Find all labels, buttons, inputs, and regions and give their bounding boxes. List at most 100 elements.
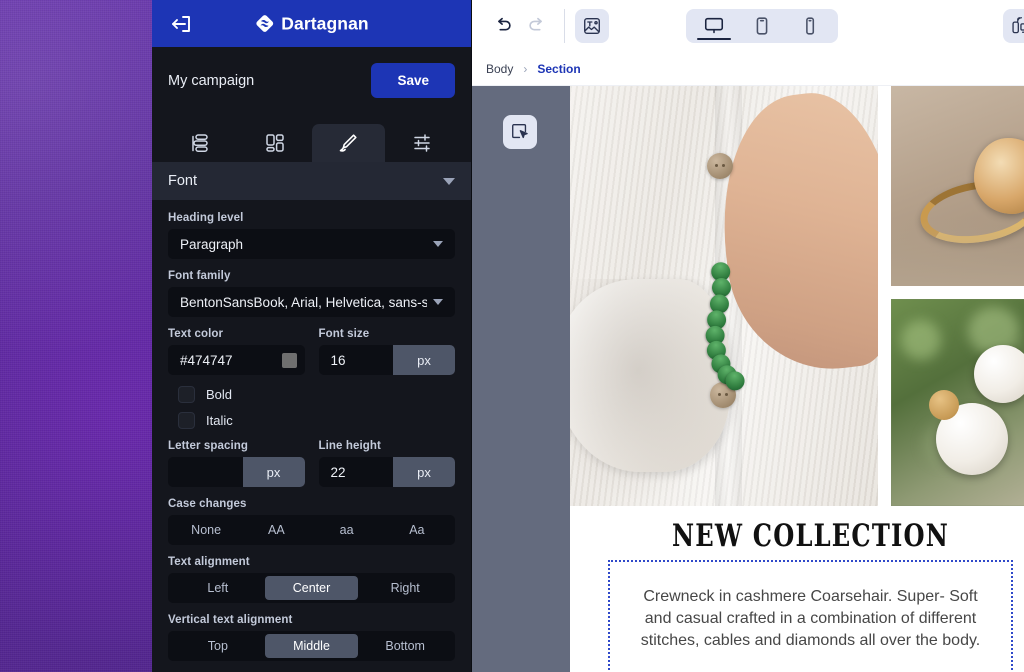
device-toggle-group: [685, 9, 838, 43]
device-tablet-button[interactable]: [738, 9, 786, 43]
letter-spacing-input-group: px: [168, 457, 305, 487]
case-option-lower[interactable]: aa: [312, 518, 382, 542]
breadcrumb: Body › Section: [472, 52, 1024, 86]
align-option-center[interactable]: Center: [264, 576, 359, 600]
bold-checkbox[interactable]: [178, 386, 195, 403]
panel-tab-bar: [152, 114, 471, 162]
row-color-size: Text color #474747 Font size 16 px: [168, 328, 455, 375]
hero-image-row: [570, 86, 1024, 506]
font-family-label: Font family: [168, 270, 231, 282]
responsive-preview-icon[interactable]: [1003, 9, 1024, 43]
vertical-alignment-label: Vertical text alignment: [168, 614, 293, 626]
letter-spacing-unit[interactable]: px: [242, 457, 305, 487]
bold-label: Bold: [206, 387, 233, 402]
text-color-input[interactable]: #474747: [168, 345, 305, 375]
font-size-input[interactable]: 16: [319, 345, 394, 375]
editor-toolbar: [472, 0, 1024, 52]
model-bracelet-photo[interactable]: [570, 86, 878, 506]
line-height-input[interactable]: 22: [319, 457, 394, 487]
font-size-input-group: 16 px: [318, 345, 455, 375]
italic-label: Italic: [206, 413, 233, 428]
field-font-size: Font size 16 px: [318, 328, 455, 375]
valign-option-bottom[interactable]: Bottom: [358, 634, 452, 658]
style-editor-panel: Dartagnan My campaign Save Font Heading …: [152, 0, 472, 672]
field-letter-spacing: Letter spacing px: [168, 440, 305, 487]
row-spacing-lineheight: Letter spacing px Line height 22 px: [168, 440, 455, 487]
page-title[interactable]: NEW COLLECTION: [623, 518, 998, 554]
bold-checkbox-row[interactable]: Bold: [178, 386, 455, 403]
line-height-unit[interactable]: px: [393, 457, 455, 487]
color-swatch[interactable]: [281, 352, 297, 368]
device-desktop-button[interactable]: [690, 9, 738, 43]
pearl-earrings-photo[interactable]: [891, 299, 1024, 506]
text-alignment-label: Text alignment: [168, 556, 250, 568]
tab-style[interactable]: [311, 124, 386, 162]
font-section-header[interactable]: Font: [152, 162, 471, 200]
field-font-family: Font family BentonSansBook, Arial, Helve…: [168, 270, 455, 317]
gold-ring-photo[interactable]: [891, 86, 1024, 286]
font-family-select[interactable]: BentonSansBook, Arial, Helvetica, sans-s…: [168, 287, 455, 317]
brand-name: Dartagnan: [281, 13, 369, 33]
desktop-wallpaper: [0, 0, 152, 672]
line-height-label: Line height: [318, 440, 381, 452]
heading-level-value: Paragraph: [180, 236, 244, 252]
tab-blocks[interactable]: [238, 124, 312, 162]
bokeh-1: [900, 319, 941, 360]
tab-settings[interactable]: [385, 124, 459, 162]
selected-text-block[interactable]: Crewneck in cashmere Coarsehair. Super- …: [608, 560, 1013, 672]
undo-arrow-icon[interactable]: [486, 9, 520, 43]
editor-area: Body › Section NEW COLLECTION Crewneck i…: [472, 0, 1024, 672]
text-color-label: Text color: [168, 328, 224, 340]
brand-bar: Dartagnan: [152, 0, 471, 47]
dartagnan-diamond-logo-icon: [254, 14, 274, 34]
device-mobile-button[interactable]: [786, 9, 834, 43]
campaign-header: My campaign Save: [152, 47, 471, 114]
valign-option-top[interactable]: Top: [171, 634, 265, 658]
text-color-value: #474747: [180, 352, 233, 368]
chevron-down-icon: [433, 299, 443, 305]
font-settings-body: Heading level Paragraph Font family Bent…: [152, 200, 471, 672]
chevron-right-icon: ›: [523, 61, 528, 76]
font-family-value: BentonSansBook, Arial, Helvetica, sans-s…: [180, 294, 427, 310]
field-line-height: Line height 22 px: [318, 440, 455, 487]
tab-layers[interactable]: [164, 124, 238, 162]
app-root: Dartagnan My campaign Save Font Heading …: [0, 0, 1024, 672]
letter-spacing-input[interactable]: [168, 457, 243, 487]
font-size-label: Font size: [318, 328, 370, 340]
body-paragraph: Crewneck in cashmere Coarsehair. Super- …: [640, 588, 981, 649]
breadcrumb-item-section[interactable]: Section: [537, 62, 580, 76]
text-image-block-icon[interactable]: [575, 9, 609, 43]
email-canvas-page: NEW COLLECTION Crewneck in cashmere Coar…: [570, 86, 1024, 672]
field-vertical-alignment: Vertical text alignment Top Middle Botto…: [168, 614, 455, 661]
chevron-down-icon: [433, 241, 443, 247]
heading-level-select[interactable]: Paragraph: [168, 229, 455, 259]
field-case-changes: Case changes None AA aa Aa: [168, 498, 455, 545]
breadcrumb-item-body[interactable]: Body: [486, 62, 513, 76]
case-option-none[interactable]: None: [171, 518, 241, 542]
select-element-icon[interactable]: [503, 115, 537, 149]
pearl-upper: [974, 344, 1024, 403]
field-heading-level: Heading level Paragraph: [168, 212, 455, 259]
case-changes-segmented: None AA aa Aa: [168, 515, 455, 545]
text-alignment-segmented: Left Center Right: [168, 573, 455, 603]
align-option-left[interactable]: Left: [171, 576, 265, 600]
ring-foreground-blur: [891, 218, 1024, 286]
brand-logo: Dartagnan: [254, 13, 369, 34]
field-text-color: Text color #474747: [168, 328, 305, 375]
redo-arrow-icon[interactable]: [520, 9, 554, 43]
back-arrow-icon[interactable]: [168, 11, 194, 37]
vertical-alignment-segmented: Top Middle Bottom: [168, 631, 455, 661]
toolbar-divider: [564, 9, 565, 43]
italic-checkbox[interactable]: [178, 412, 195, 429]
save-button[interactable]: Save: [371, 63, 455, 98]
letter-spacing-label: Letter spacing: [168, 440, 249, 452]
case-option-capitalize[interactable]: Aa: [382, 518, 452, 542]
chevron-down-icon[interactable]: [443, 177, 455, 185]
font-size-unit[interactable]: px: [393, 345, 455, 375]
italic-checkbox-row[interactable]: Italic: [178, 412, 455, 429]
field-text-alignment: Text alignment Left Center Right: [168, 556, 455, 603]
align-option-right[interactable]: Right: [358, 576, 452, 600]
canvas-viewport: NEW COLLECTION Crewneck in cashmere Coar…: [472, 86, 1024, 672]
case-option-upper[interactable]: AA: [241, 518, 311, 542]
valign-option-middle[interactable]: Middle: [264, 634, 359, 658]
